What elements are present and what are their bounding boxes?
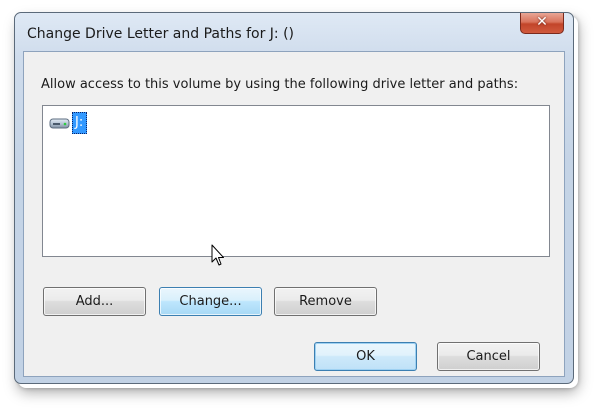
title-bar[interactable]: Change Drive Letter and Paths for J: () … — [15, 13, 573, 51]
cancel-button[interactable]: Cancel — [437, 342, 540, 371]
paths-listbox[interactable]: J: — [42, 105, 550, 257]
remove-button[interactable]: Remove — [274, 287, 377, 316]
list-item-label: J: — [72, 112, 88, 134]
screen: Change Drive Letter and Paths for J: () … — [0, 0, 600, 412]
close-icon: ✕ — [536, 14, 548, 30]
dialog-body: Allow access to this volume by using the… — [23, 51, 565, 377]
window-title: Change Drive Letter and Paths for J: () — [27, 26, 294, 42]
instruction-text: Allow access to this volume by using the… — [41, 77, 519, 92]
dialog-window: Change Drive Letter and Paths for J: () … — [14, 12, 574, 384]
change-button[interactable]: Change... — [159, 287, 262, 316]
drive-icon — [49, 116, 71, 130]
ok-button[interactable]: OK — [314, 342, 417, 371]
list-item[interactable]: J: — [49, 112, 88, 134]
close-button[interactable]: ✕ — [520, 13, 564, 34]
add-button[interactable]: Add... — [43, 287, 146, 316]
